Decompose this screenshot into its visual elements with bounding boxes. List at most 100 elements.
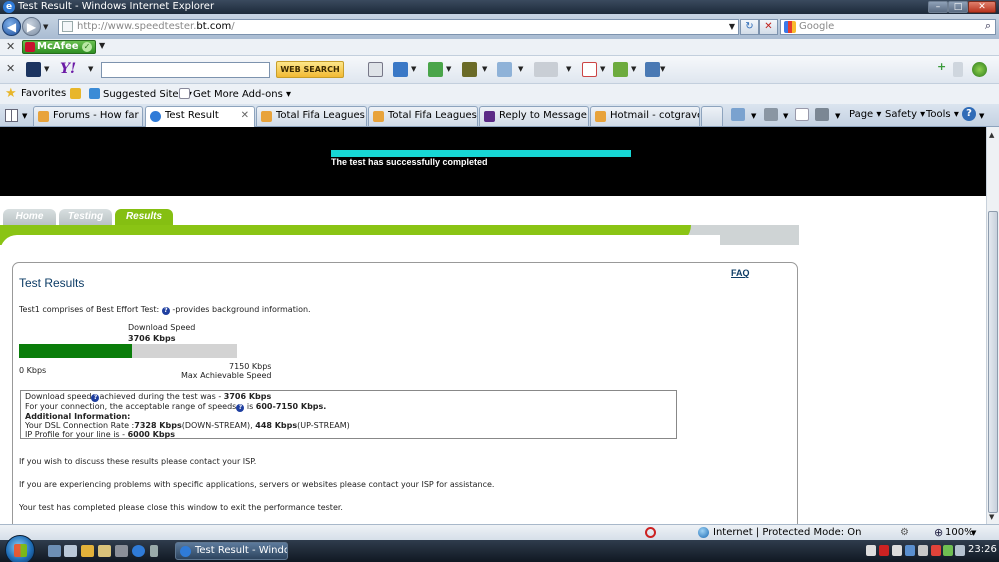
taskbar-clock[interactable]: 23:26 [968,544,997,555]
tab-test-result[interactable]: Test Result ✕ [145,106,255,127]
yahoo-logo[interactable]: Y! [60,61,76,77]
print-dropdown-icon[interactable]: ▼ [835,112,840,120]
security-zone-text[interactable]: Internet | Protected Mode: On [713,527,861,538]
photos-dropdown-icon[interactable]: ▼ [446,65,451,73]
address-bar[interactable]: http://www.speedtester.bt.com/ ▼ [58,19,739,35]
help-icon[interactable]: ? [962,107,976,121]
read-mail-icon[interactable] [795,108,809,121]
zoom-dropdown-icon[interactable]: ▼ [971,529,976,537]
favorites-star-icon[interactable]: ★ [5,86,17,101]
address-dropdown-icon[interactable]: ▼ [729,20,735,34]
print-icon[interactable] [815,108,829,121]
start-button[interactable] [5,535,35,562]
quick-tabs-icon[interactable] [5,109,18,122]
toolbar-app-icon[interactable] [26,62,41,77]
tray-network-icon[interactable] [905,545,915,556]
tools-menu[interactable]: Tools ▾ [926,109,959,120]
close-toolbar-icon[interactable]: ✕ [6,40,15,53]
popup-blocked-icon[interactable] [645,527,656,538]
scroll-up-icon[interactable]: ▲ [989,131,994,139]
page-menu[interactable]: Page ▾ [849,109,881,120]
back-button[interactable]: ◀ [2,17,21,36]
home-dropdown-icon[interactable]: ▼ [751,112,756,120]
messenger-icon[interactable] [534,62,558,77]
get-more-addons-link[interactable]: Get More Add-ons ▾ [179,88,291,100]
ie-quicklaunch-icon[interactable] [132,545,145,557]
switch-windows-icon[interactable] [64,545,77,557]
yahoo-dropdown-icon[interactable]: ▼ [88,65,93,73]
add-button-icon[interactable]: + [937,60,947,75]
add-favorite-star-icon[interactable] [70,88,84,100]
scroll-left-icon[interactable] [953,62,963,77]
tab-reply-to-message[interactable]: Reply to Message - B... [479,106,589,126]
messenger-dropdown-icon[interactable]: ▼ [566,65,571,73]
faq-link[interactable]: FAQ [731,268,750,278]
zoom-icon[interactable]: ⊕ [934,526,943,539]
security-shield-icon[interactable] [645,62,660,77]
maximize-button[interactable]: □ [948,1,968,13]
mcafee-dropdown-icon[interactable]: ▼ [99,41,105,50]
scrollbar-thumb[interactable] [988,211,998,513]
mail-dropdown-icon[interactable]: ▼ [411,65,416,73]
answers-dropdown-icon[interactable]: ▼ [631,65,636,73]
home-icon[interactable] [731,108,745,121]
add-ons-icon[interactable]: ⚙ [900,527,909,538]
new-tab-button[interactable] [701,106,723,126]
tray-security-icon[interactable] [931,545,941,556]
forward-button[interactable]: ▶ [22,17,41,36]
folder-icon[interactable] [98,545,111,557]
tab-forums[interactable]: Forums - How far are ... [33,106,143,126]
tray-update-icon[interactable] [943,545,953,556]
notepad-icon[interactable] [368,62,383,77]
tab-total-fifa-2[interactable]: Total Fifa Leagues | F... [368,106,478,126]
bookmarks-dropdown-icon[interactable]: ▼ [518,65,523,73]
close-window-button[interactable]: ✕ [968,1,996,13]
vertical-scrollbar[interactable]: ▲ ▼ [986,127,999,524]
tab-list-dropdown-icon[interactable]: ▼ [22,112,27,120]
search-icon[interactable]: ⌕ [985,19,991,33]
bookmarks-icon[interactable] [497,62,512,77]
nav-tab-testing[interactable]: Testing [59,209,112,225]
notes-icon[interactable] [462,62,477,77]
yahoo-status-icon[interactable] [972,62,987,77]
close-toolbar-icon[interactable]: ✕ [6,62,15,75]
history-dropdown-icon[interactable]: ▼ [43,23,48,31]
search-input[interactable]: Google ⌕ [780,19,996,35]
settings-icon[interactable] [115,545,128,557]
suggested-sites-link[interactable]: Suggested Sites ▾ [89,88,192,100]
nav-tab-home[interactable]: Home [3,209,56,225]
yahoo-search-input[interactable] [101,62,270,78]
security-dropdown-icon[interactable]: ▼ [660,65,665,73]
close-tab-icon[interactable]: ✕ [241,107,249,125]
nav-tab-results[interactable]: Results [115,209,173,225]
answers-icon[interactable] [613,62,628,77]
toolbar-app-dropdown-icon[interactable]: ▼ [44,65,49,73]
mcafee-button[interactable]: McAfee ✓ [22,40,96,54]
minimize-button[interactable]: – [928,1,948,13]
tab-total-fifa-1[interactable]: Total Fifa Leagues | F... [256,106,367,126]
feeds-icon[interactable] [764,108,778,121]
tray-icon[interactable] [866,545,876,556]
photos-icon[interactable] [428,62,443,77]
show-desktop-icon[interactable] [48,545,61,557]
quicklaunch-more-icon[interactable] [150,545,158,557]
tray-shield-icon[interactable] [879,545,889,556]
safety-menu[interactable]: Safety ▾ [885,109,925,120]
media-player-icon[interactable] [81,545,94,557]
help-dropdown-icon[interactable]: ▼ [979,112,984,120]
zoom-level[interactable]: 100% [945,527,974,538]
flickr-dropdown-icon[interactable]: ▼ [600,65,605,73]
flickr-icon[interactable] [582,62,597,77]
tray-icon[interactable] [918,545,928,556]
tray-volume-icon[interactable] [955,545,965,556]
refresh-button[interactable]: ↻ [740,19,759,35]
scroll-down-icon[interactable]: ▼ [989,513,994,521]
stop-button[interactable]: ✕ [759,19,778,35]
taskbar-ie-window[interactable]: Test Result - Windo... [175,542,288,560]
info-icon[interactable]: ? [161,307,170,315]
web-search-button[interactable]: WEB SEARCH [276,61,344,78]
tab-hotmail[interactable]: Hotmail - cotgrave1... [590,106,700,126]
favorites-button[interactable]: Favorites [21,88,66,99]
notes-dropdown-icon[interactable]: ▼ [482,65,487,73]
tray-icon[interactable] [892,545,902,556]
